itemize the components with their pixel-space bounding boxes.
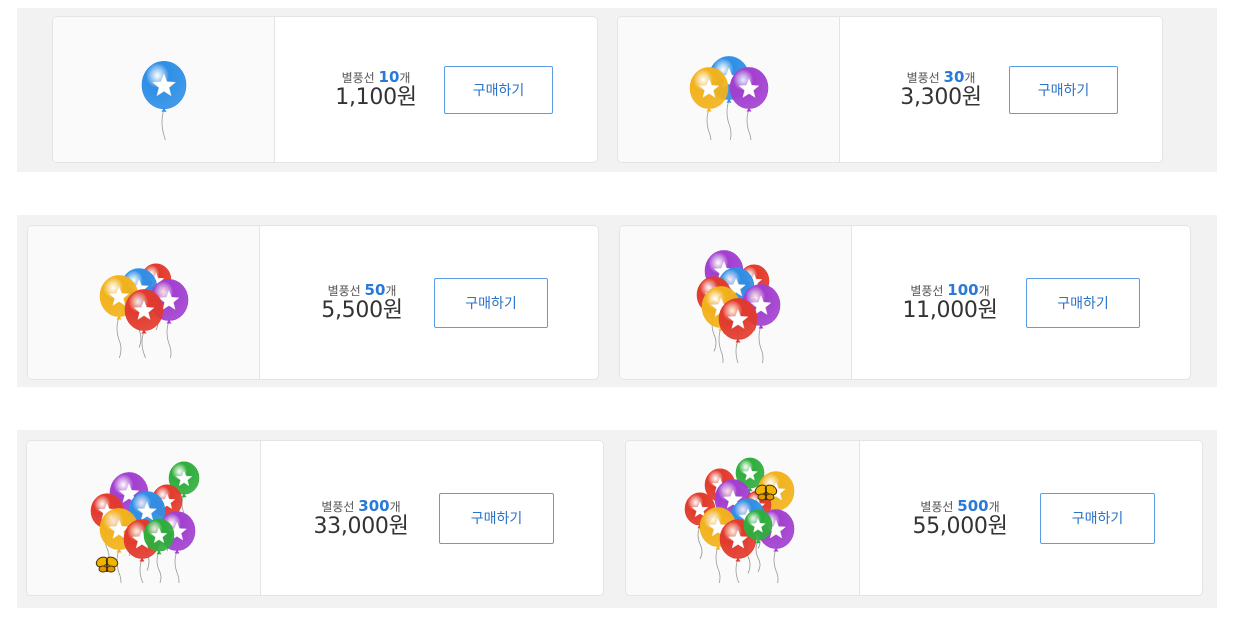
balloon-shape [729, 66, 768, 112]
balloon-string [746, 108, 751, 140]
price-label: 33,000원 [313, 513, 409, 539]
balloon-count-label: 별풍선 10개 [341, 68, 411, 86]
product-image-area [620, 226, 852, 379]
balloon-bunch-9-butterfly-icon [90, 461, 199, 583]
balloon-count-label: 별풍선 30개 [906, 68, 976, 86]
balloon-string [726, 99, 731, 140]
price-label: 1,100원 [335, 85, 417, 110]
product-image-area [27, 441, 261, 595]
balloon-string [735, 558, 739, 583]
balloon-string [174, 550, 179, 583]
balloon-shape [718, 297, 757, 343]
balloon-string [773, 548, 778, 583]
balloon-string [139, 558, 143, 583]
product-card-300: 별풍선 300개 33,000원 구매하기 [26, 440, 604, 596]
balloon-string [141, 330, 146, 358]
balloon-count-label: 별풍선 50개 [327, 281, 397, 299]
product-card-10: 별풍선 10개 1,100원 구매하기 [52, 16, 598, 163]
butterfly-shape [95, 556, 118, 573]
product-image-area [618, 17, 840, 162]
product-card-50: 별풍선 50개 5,500원 구매하기 [27, 225, 599, 380]
single-balloon-icon [141, 60, 186, 140]
buy-button-100[interactable]: 구매하기 [1026, 277, 1140, 328]
balloon-count-label: 별풍선 500개 [920, 496, 1000, 515]
product-card-100: 별풍선 100개 11,000원 구매하기 [619, 225, 1191, 380]
balloon-string [715, 546, 720, 583]
balloon-string [718, 327, 723, 363]
balloon-string [116, 316, 121, 358]
product-image-area [53, 17, 275, 162]
balloon-bunch-5-icon [99, 262, 188, 358]
buy-button-10[interactable]: 구매하기 [444, 65, 553, 114]
balloon-count-label: 별풍선 100개 [910, 281, 990, 299]
product-image-area [28, 226, 260, 379]
balloon-count-label: 별풍선 300개 [321, 496, 401, 515]
buy-button-300[interactable]: 구매하기 [439, 492, 554, 544]
balloon-string [156, 551, 161, 583]
price-label: 5,500원 [321, 298, 403, 323]
price-label: 3,300원 [900, 85, 982, 110]
product-card-500: 별풍선 500개 55,000원 구매하기 [625, 440, 1203, 596]
balloon-string [166, 320, 171, 358]
balloon-bunch-11-butterfly-icon [684, 457, 794, 583]
product-card-30: 별풍선 30개 3,300원 구매하기 [617, 16, 1163, 163]
balloon-shape [689, 66, 728, 112]
balloon-string [735, 339, 739, 363]
product-image-area [626, 441, 860, 595]
balloon-bunch-3-icon [689, 55, 768, 140]
buy-button-30[interactable]: 구매하기 [1009, 65, 1118, 114]
balloon-shape [141, 60, 186, 112]
price-label: 55,000원 [912, 513, 1008, 539]
buy-button-50[interactable]: 구매하기 [434, 277, 548, 328]
price-label: 11,000원 [902, 298, 998, 323]
buy-button-500[interactable]: 구매하기 [1040, 492, 1155, 544]
balloon-bunch-7-icon [696, 249, 780, 363]
balloon-string [758, 325, 763, 363]
balloon-string [116, 549, 121, 583]
balloon-string [706, 108, 711, 140]
balloon-string [161, 108, 166, 140]
